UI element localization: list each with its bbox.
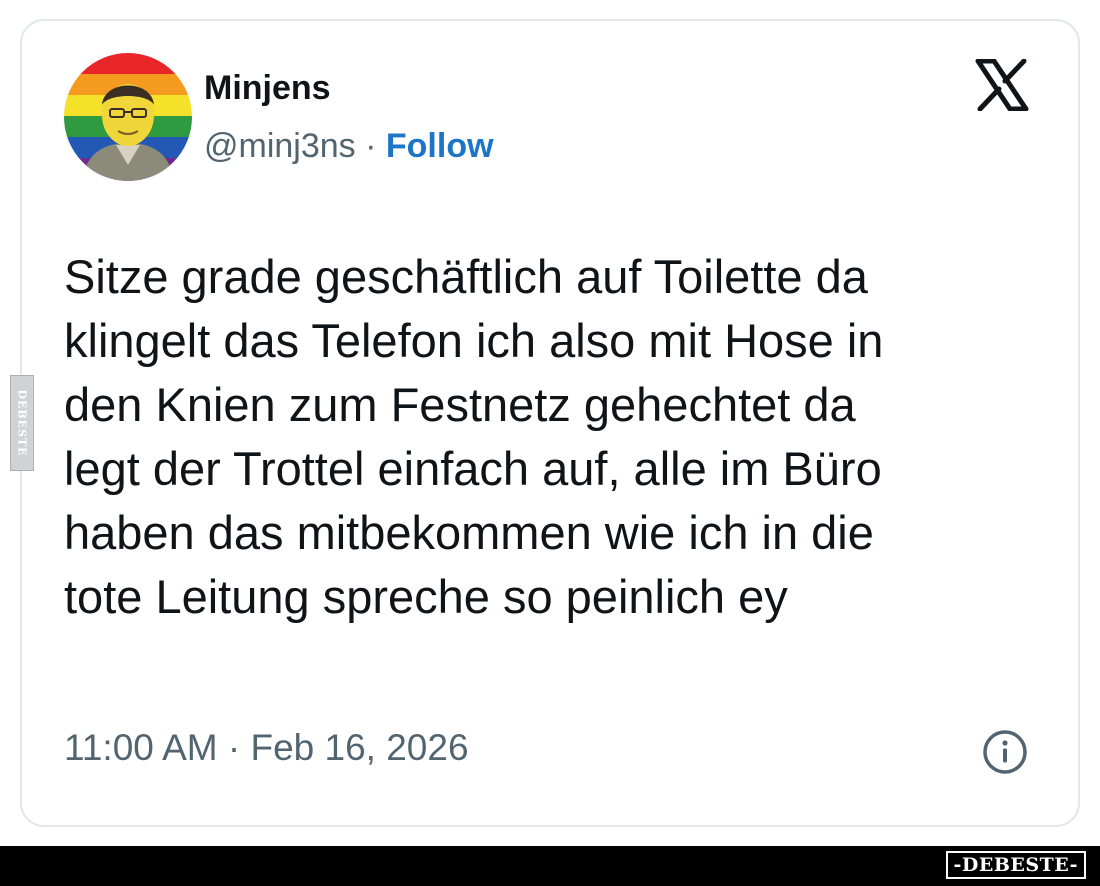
- side-watermark-label: DEBESTE: [15, 389, 29, 457]
- footer-bar: -DEBESTE-: [0, 846, 1100, 886]
- tweet-text-line: haben das mitbekommen wie ich in die: [64, 506, 874, 559]
- tweet-text-line: legt der Trottel einfach auf, alle im Bü…: [64, 442, 882, 495]
- info-icon[interactable]: [982, 729, 1028, 775]
- handle-separator: ·: [355, 127, 386, 165]
- tweet-text-line: den Knien zum Festnetz gehechtet da: [64, 378, 856, 431]
- x-logo-icon[interactable]: [974, 58, 1030, 112]
- handle-row: @minj3ns · Follow: [204, 127, 494, 166]
- tweet-text: Sitze grade geschäftlich auf Toilette da…: [64, 245, 1044, 629]
- avatar[interactable]: [64, 53, 192, 181]
- side-watermark: DEBESTE: [10, 375, 34, 471]
- tweet-text-line: klingelt das Telefon ich also mit Hose i…: [64, 314, 884, 367]
- brand-watermark: -DEBESTE-: [945, 851, 1086, 879]
- tweet-text-line: tote Leitung spreche so peinlich ey: [64, 570, 788, 623]
- tweet-text-line: Sitze grade geschäftlich auf Toilette da: [64, 250, 868, 303]
- avatar-image: [64, 53, 192, 181]
- tweet-card: Minjens @minj3ns · Follow Sitze grade ge…: [20, 19, 1080, 827]
- brand-watermark-label: -DEBESTE-: [953, 854, 1078, 876]
- follow-button[interactable]: Follow: [386, 127, 494, 165]
- author-handle[interactable]: @minj3ns: [204, 127, 356, 165]
- author-name[interactable]: Minjens: [204, 69, 331, 108]
- tweet-timestamp[interactable]: 11:00 AM · Feb 16, 2026: [64, 727, 469, 769]
